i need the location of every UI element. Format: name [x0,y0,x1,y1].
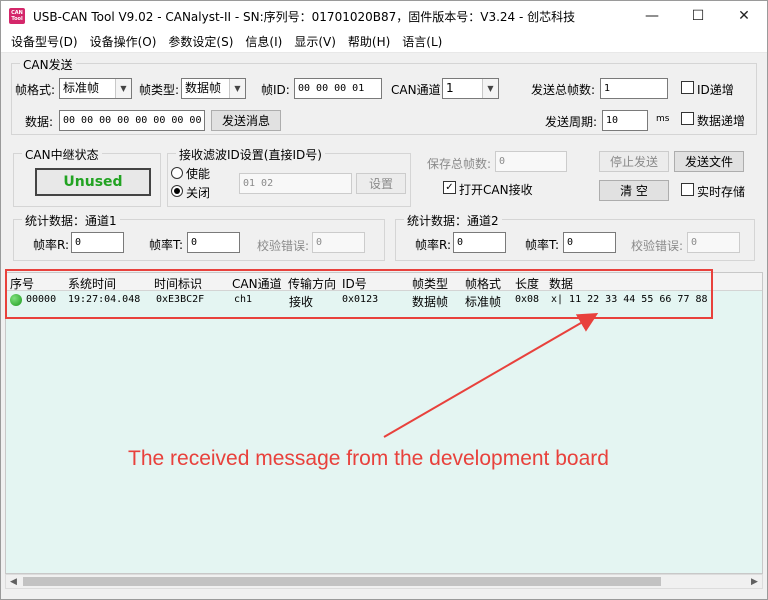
send-period-label: 发送周期: [545,115,598,129]
maximize-button[interactable]: ☐ [675,1,721,31]
menu-help[interactable]: 帮助(H) [342,33,396,50]
saved-frames-label: 保存总帧数: [427,157,492,171]
send-message-button[interactable]: 发送消息 [211,110,281,131]
chevron-down-icon: ▼ [482,79,498,98]
frame-format-label: 帧格式: [15,83,56,97]
filter-enable-radio[interactable] [171,167,183,179]
filter-id-input[interactable]: 01 02 [239,173,352,194]
total-frames-label: 发送总帧数: [531,83,596,97]
menu-info[interactable]: 信息(I) [239,33,288,50]
open-can-receive-checkbox[interactable]: ✓ [443,181,456,194]
menu-device-model[interactable]: 设备型号(D) [5,33,84,50]
send-period-input[interactable]: 10 [602,110,648,131]
ch1-tx-input[interactable]: 0 [187,232,240,253]
stats-channel1-title: 统计数据：通道1 [22,212,120,229]
horizontal-scrollbar[interactable]: ◀ ▶ [5,574,763,589]
ch1-tx-label: 帧率T: [149,238,184,252]
check-icon: ✓ [445,181,454,193]
minimize-button[interactable]: — [629,1,675,31]
app-icon: CAN Tool [9,8,25,24]
can-channel-label: CAN通道: [391,83,445,97]
saved-frames-input[interactable]: 0 [495,151,567,172]
realtime-save-label: 实时存储 [697,185,746,199]
realtime-save-checkbox[interactable] [681,183,694,196]
ch1-err-label: 校验错误: [257,239,310,253]
title-bar: CAN Tool USB-CAN Tool V9.02 - CANalyst-I… [1,1,767,31]
id-increment-label: ID递增 [697,83,734,97]
frame-format-select[interactable]: 标准帧 ▼ [59,78,132,99]
stop-send-button[interactable]: 停止发送 [599,151,669,172]
relay-title: CAN中继状态 [22,146,102,163]
ch2-rx-label: 帧率R: [415,238,452,252]
id-increment-checkbox[interactable] [681,81,694,94]
close-button[interactable]: ✕ [721,1,767,31]
ch2-tx-input[interactable]: 0 [563,232,616,253]
relay-status-badge: Unused [35,168,151,196]
frame-type-label: 帧类型: [139,83,180,97]
filter-enable-label: 使能 [186,167,211,181]
scrollbar-thumb[interactable] [23,577,661,586]
window-title: USB-CAN Tool V9.02 - CANalyst-II - SN:序列… [33,9,576,24]
window-controls: — ☐ ✕ [629,1,767,31]
data-increment-label: 数据递增 [697,114,746,128]
menu-parameters[interactable]: 参数设定(S) [162,33,239,50]
frame-format-value: 标准帧 [63,81,100,95]
can-send-title: CAN发送 [20,56,76,73]
app-window: CAN Tool USB-CAN Tool V9.02 - CANalyst-I… [0,0,768,600]
filter-disable-label: 关闭 [186,186,211,200]
can-channel-value: 1 [446,81,454,95]
scroll-left-icon[interactable]: ◀ [6,575,21,588]
filter-set-button[interactable]: 设置 [356,173,406,194]
ch2-rx-input[interactable]: 0 [453,232,506,253]
data-increment-checkbox[interactable] [681,112,694,125]
menu-display[interactable]: 显示(V) [288,33,342,50]
ch1-err-input[interactable]: 0 [312,232,365,253]
clear-button[interactable]: 清 空 [599,180,669,201]
open-can-receive-label: 打开CAN接收 [459,183,533,197]
ch1-rx-input[interactable]: 0 [71,232,124,253]
frame-type-value: 数据帧 [185,81,222,95]
stats-channel2-title: 统计数据：通道2 [404,212,502,229]
chevron-down-icon: ▼ [229,79,245,98]
annotation-caption: The received message from the developmen… [128,447,609,470]
data-input[interactable]: 00 00 00 00 00 00 00 00 [59,110,205,131]
menu-language[interactable]: 语言(L) [396,33,448,50]
menu-bar: 设备型号(D) 设备操作(O) 参数设定(S) 信息(I) 显示(V) 帮助(H… [1,31,767,53]
scroll-right-icon[interactable]: ▶ [747,575,762,588]
frame-type-select[interactable]: 数据帧 ▼ [181,78,246,99]
ch2-err-input[interactable]: 0 [687,232,740,253]
period-unit: ms [656,114,670,124]
total-frames-input[interactable]: 1 [600,78,668,99]
data-label: 数据: [25,115,54,129]
filter-title: 接收滤波ID设置(直接ID号) [176,146,325,163]
can-channel-select[interactable]: 1 ▼ [442,78,499,99]
send-file-button[interactable]: 发送文件 [674,151,744,172]
ch2-err-label: 校验错误: [631,239,684,253]
menu-device-operation[interactable]: 设备操作(O) [84,33,163,50]
chevron-down-icon: ▼ [115,79,131,98]
frame-id-label: 帧ID: [261,83,290,97]
filter-disable-radio[interactable] [171,185,183,197]
highlight-rectangle [5,269,713,319]
ch2-tx-label: 帧率T: [525,238,560,252]
frame-id-input[interactable]: 00 00 00 01 [294,78,382,99]
ch1-rx-label: 帧率R: [33,238,70,252]
